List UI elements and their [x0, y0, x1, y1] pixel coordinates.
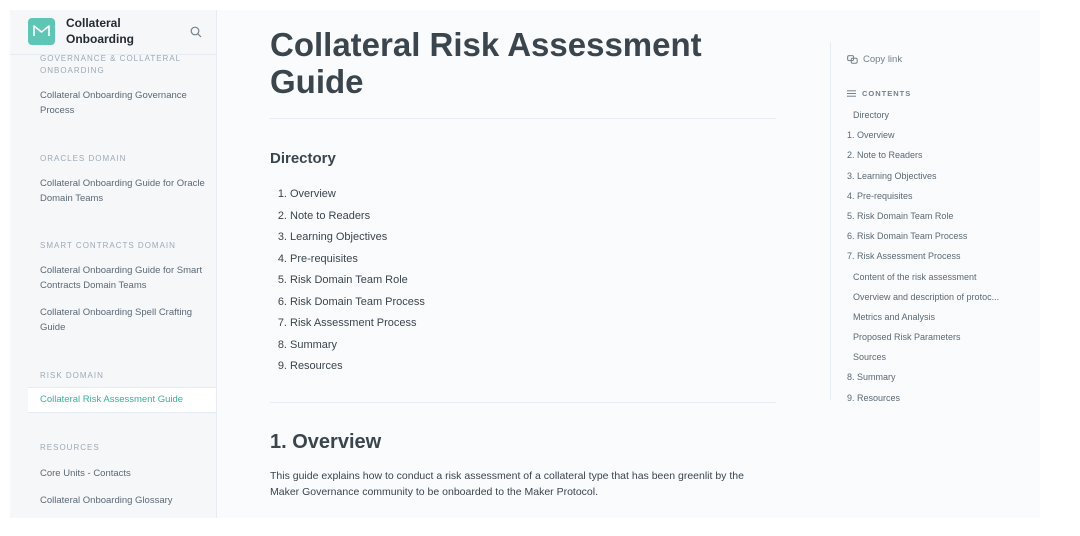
toc-item[interactable]: 5. Risk Domain Team Role: [831, 209, 1031, 229]
list-item-label[interactable]: Risk Assessment Process: [290, 315, 417, 331]
list-item-number: 9.: [277, 360, 287, 372]
copy-link-button[interactable]: Copy link: [847, 54, 902, 65]
list-item-number: 3.: [277, 231, 287, 243]
page-outline: Copy link CONTENTS Directory 1. Overview 2…: [830, 42, 1031, 403]
list-item-label[interactable]: Note to Readers: [290, 208, 370, 224]
sidebar-item-oracle-guide[interactable]: Collateral Onboarding Guide for Oracle D…: [40, 176, 206, 206]
sidebar-section-oracles: Oracles Domain: [40, 154, 127, 163]
toc-item[interactable]: Directory: [831, 108, 1031, 128]
toc-item[interactable]: 2. Note to Readers: [831, 148, 1031, 168]
toc-item[interactable]: 3. Learning Objectives: [831, 169, 1031, 189]
list-item-label[interactable]: Pre-requisites: [290, 251, 358, 267]
list-item-number: 5.: [277, 274, 287, 286]
toc-item[interactable]: Content of the risk assessment: [831, 270, 1031, 290]
sidebar-item-risk-assessment-guide[interactable]: Collateral Risk Assessment Guide: [28, 387, 216, 413]
app-window: Collateral Onboarding Governance & Colla…: [10, 10, 1040, 518]
toc-item[interactable]: Overview and description of protoc...: [831, 290, 1031, 310]
list-item-number: 8.: [277, 338, 287, 351]
toc-item[interactable]: 6. Risk Domain Team Process: [831, 229, 1031, 249]
list-icon: [847, 90, 856, 97]
overview-paragraph: This guide explains how to conduct a ris…: [270, 470, 744, 498]
list-item-number: 1.: [277, 188, 287, 200]
toc-item[interactable]: Sources: [831, 350, 1031, 370]
sidebar-item-glossary[interactable]: Collateral Onboarding Glossary: [40, 493, 206, 508]
divider: [270, 118, 776, 119]
table-of-contents: Directory 1. Overview 2. Note to Readers 3.…: [831, 108, 1031, 411]
list-item-label[interactable]: Learning Objectives: [290, 229, 387, 245]
copy-link-label: Copy link: [863, 54, 903, 65]
page-title: Collateral Risk Assessment Guide: [270, 26, 702, 100]
link-icon: [847, 55, 858, 64]
contents-header: CONTENTS: [847, 89, 911, 98]
sidebar-section-governance: Governance & Collateral Onboarding: [40, 54, 181, 75]
contents-label: CONTENTS: [862, 89, 912, 98]
list-item-label[interactable]: Risk Domain Team Role: [290, 272, 408, 288]
toc-item[interactable]: 4. Pre-requisites: [831, 189, 1031, 209]
logo-icon[interactable]: [28, 18, 55, 45]
search-icon[interactable]: [190, 25, 204, 39]
toc-item[interactable]: 1. Overview: [831, 128, 1031, 148]
list-item-number: 6.: [277, 295, 287, 308]
sidebar-item-spell-crafting[interactable]: Collateral Onboarding Spell Crafting Gui…: [40, 305, 206, 335]
divider: [270, 402, 776, 403]
toc-item[interactable]: 8. Summary: [831, 370, 1031, 390]
list-item-label[interactable]: Overview: [290, 186, 336, 202]
sidebar-section-smart-contracts: Smart Contracts Domain: [40, 241, 176, 250]
sidebar-section-risk: Risk Domain: [40, 371, 104, 380]
toc-item[interactable]: Metrics and Analysis: [831, 310, 1031, 330]
sidebar-section-resources: Resources: [40, 443, 100, 452]
list-item-label[interactable]: Summary: [290, 337, 337, 353]
sidebar-item-smart-contracts-guide[interactable]: Collateral Onboarding Guide for Smart Co…: [40, 263, 206, 293]
sidebar-item-governance-process[interactable]: Collateral Onboarding Governance Process: [40, 88, 206, 118]
sidebar: Collateral Onboarding Governance & Colla…: [10, 10, 217, 518]
main-content: Collateral Risk Assessment Guide Directo…: [270, 10, 780, 518]
toc-item[interactable]: 9. Resources: [831, 391, 1031, 411]
space-title[interactable]: Collateral Onboarding: [66, 15, 176, 47]
list-item-label[interactable]: Resources: [290, 358, 343, 374]
directory-heading: Directory: [270, 150, 336, 167]
sidebar-item-contacts[interactable]: Core Units - Contacts: [40, 466, 206, 481]
list-item-number: 7.: [277, 317, 287, 329]
overview-heading: 1. Overview: [270, 431, 382, 453]
toc-item[interactable]: Proposed Risk Parameters: [831, 330, 1031, 350]
sidebar-header: Collateral Onboarding: [10, 10, 216, 55]
list-item-label[interactable]: Risk Domain Team Process: [290, 294, 425, 310]
list-item-number: 2.: [277, 209, 287, 222]
toc-item[interactable]: 7. Risk Assessment Process: [831, 249, 1031, 269]
list-item-number: 4.: [277, 252, 287, 265]
